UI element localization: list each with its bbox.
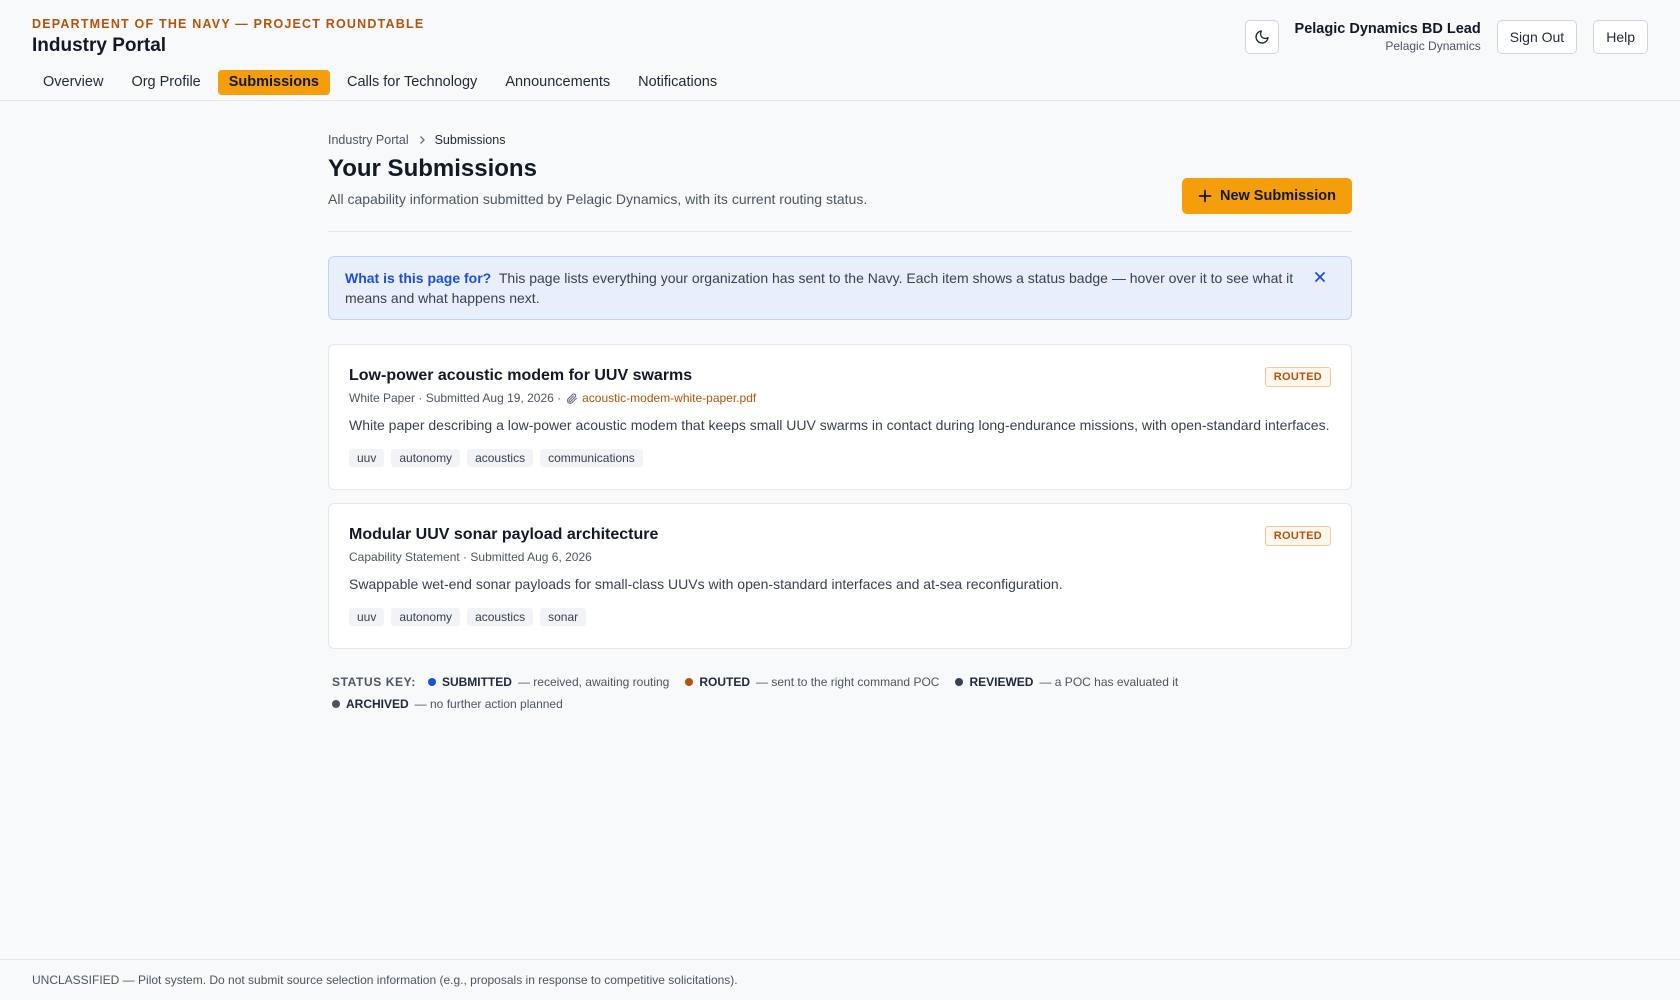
department-label: DEPARTMENT OF THE NAVY — PROJECT ROUNDTA… xyxy=(32,17,425,31)
breadcrumb-root[interactable]: Industry Portal xyxy=(328,133,409,147)
status-name: SUBMITTED xyxy=(441,675,512,689)
tag: acoustics xyxy=(467,608,534,626)
attachment-link[interactable]: acoustic-modem-white-paper.pdf xyxy=(582,391,756,405)
status-dot-icon xyxy=(685,678,694,686)
chevron-right-icon xyxy=(419,136,425,144)
tag: autonomy xyxy=(391,449,461,467)
info-question: What is this page for? xyxy=(345,270,492,286)
status-name: ROUTED xyxy=(699,675,751,689)
tag: uuv xyxy=(349,608,385,626)
status-key-label: STATUS KEY: xyxy=(332,675,416,689)
header-divider xyxy=(328,231,1352,232)
status-name: REVIEWED xyxy=(969,675,1034,689)
status-name: ARCHIVED xyxy=(346,697,409,711)
header-actions: Pelagic Dynamics BD Lead Pelagic Dynamic… xyxy=(1244,20,1648,54)
tag-list: uuv autonomy acoustics communications xyxy=(349,449,1331,467)
tag-list: uuv autonomy acoustics sonar xyxy=(349,608,1331,626)
status-dot-icon xyxy=(955,678,964,686)
classification-footer: UNCLASSIFIED — Pilot system. Do not subm… xyxy=(0,959,1680,1000)
status-dot-icon xyxy=(427,678,436,686)
submission-meta-text: Capability Statement · Submitted Aug 6, … xyxy=(349,550,592,564)
tag: autonomy xyxy=(391,608,461,626)
user-org: Pelagic Dynamics xyxy=(1385,38,1481,53)
portal-title: Industry Portal xyxy=(32,35,167,56)
status-key-item: REVIEWED — a POC has evaluated it xyxy=(955,671,1178,693)
app-header: DEPARTMENT OF THE NAVY — PROJECT ROUNDTA… xyxy=(0,0,1680,101)
status-dot-icon xyxy=(332,700,340,708)
status-desc: — no further action planned xyxy=(414,697,563,711)
submission-meta-text: White Paper · Submitted Aug 19, 2026 · xyxy=(349,391,562,405)
tab-org-profile[interactable]: Org Profile xyxy=(120,70,211,95)
breadcrumb-current: Submissions xyxy=(434,133,506,147)
sign-out-button[interactable]: Sign Out xyxy=(1496,20,1578,54)
info-banner: What is this page for? This page lists e… xyxy=(328,256,1352,320)
moon-icon xyxy=(1254,30,1269,44)
status-desc: — received, awaiting routing xyxy=(517,675,670,689)
help-button[interactable]: Help xyxy=(1593,20,1648,54)
submission-card[interactable]: Modular UUV sonar payload architecture C… xyxy=(328,503,1352,649)
submission-meta: White Paper · Submitted Aug 19, 2026 · a… xyxy=(349,391,1331,405)
tab-notifications[interactable]: Notifications xyxy=(627,70,728,95)
plus-icon xyxy=(1198,189,1212,203)
tag: sonar xyxy=(540,608,587,626)
status-key-item: ROUTED — sent to the right command POC xyxy=(685,671,939,693)
theme-toggle-button[interactable] xyxy=(1244,20,1279,54)
status-key-item: ARCHIVED — no further action planned xyxy=(332,693,1352,715)
submission-description: Swappable wet-end sonar payloads for sma… xyxy=(349,576,1063,592)
submission-title[interactable]: Modular UUV sonar payload architecture xyxy=(349,526,1331,544)
status-desc: — a POC has evaluated it xyxy=(1039,675,1179,689)
tab-announcements[interactable]: Announcements xyxy=(494,70,621,95)
submission-title[interactable]: Low-power acoustic modem for UUV swarms xyxy=(349,367,1331,385)
tab-submissions[interactable]: Submissions xyxy=(217,70,330,95)
new-submission-button[interactable]: New Submission xyxy=(1181,178,1352,214)
user-info: Pelagic Dynamics BD Lead Pelagic Dynamic… xyxy=(1295,20,1481,53)
tab-calls-for-technology[interactable]: Calls for Technology xyxy=(336,70,488,95)
submission-description: White paper describing a low-power acous… xyxy=(349,417,1330,433)
main-nav: Overview Org Profile Submissions Calls f… xyxy=(32,70,728,95)
status-key-item: SUBMITTED — received, awaiting routing xyxy=(427,671,670,693)
tab-overview[interactable]: Overview xyxy=(32,70,114,95)
breadcrumb: Industry Portal Submissions xyxy=(328,133,1352,147)
status-badge[interactable]: ROUTED xyxy=(1264,367,1331,387)
new-submission-label: New Submission xyxy=(1219,188,1336,204)
tag: uuv xyxy=(349,449,385,467)
paperclip-icon xyxy=(567,392,578,404)
submission-meta: Capability Statement · Submitted Aug 6, … xyxy=(349,550,1331,564)
close-icon[interactable] xyxy=(1313,270,1327,284)
status-key: STATUS KEY: SUBMITTED — received, awaiti… xyxy=(328,671,1352,715)
submission-card[interactable]: Low-power acoustic modem for UUV swarms … xyxy=(328,344,1352,490)
tag: communications xyxy=(540,449,643,467)
status-desc: — sent to the right command POC xyxy=(756,675,940,689)
user-name: Pelagic Dynamics BD Lead xyxy=(1294,21,1481,38)
status-badge[interactable]: ROUTED xyxy=(1264,526,1331,546)
tag: acoustics xyxy=(467,449,534,467)
main-content: Industry Portal Submissions Your Submiss… xyxy=(328,133,1352,715)
